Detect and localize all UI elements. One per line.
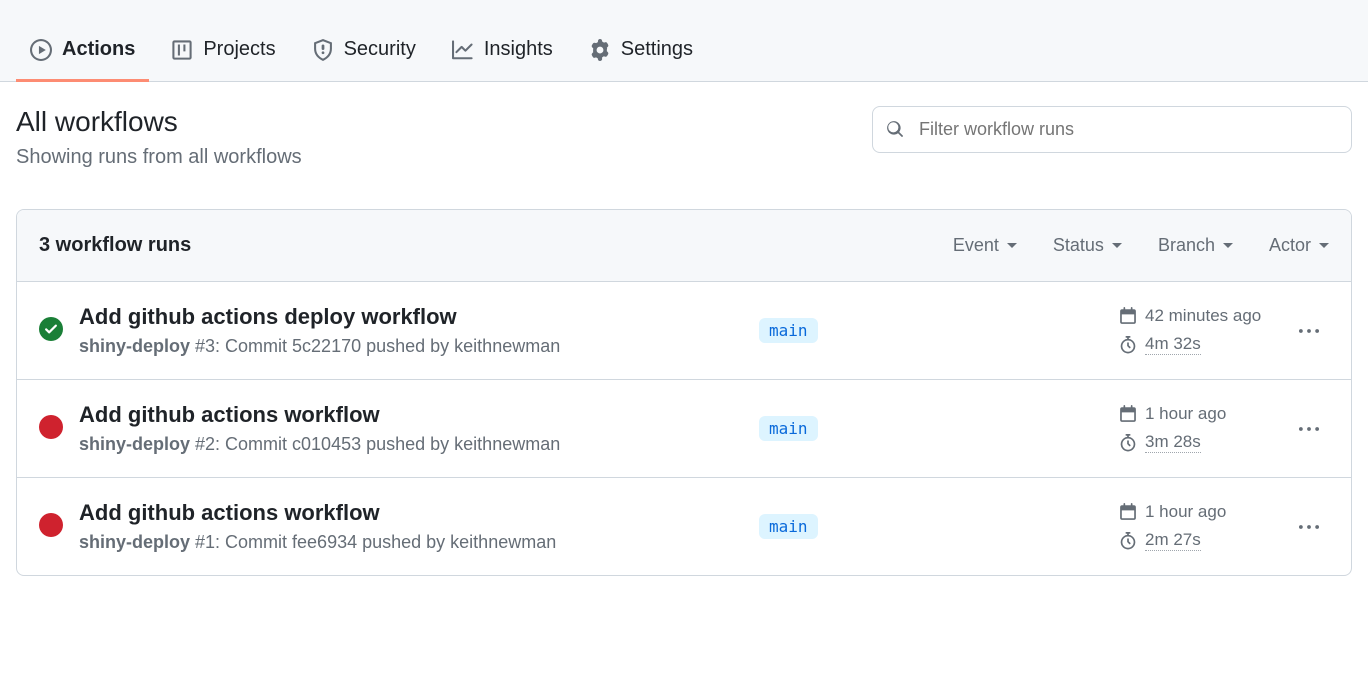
run-meta-rest: #3: Commit 5c22170 pushed by keithnewman — [190, 336, 560, 356]
search-wrap — [872, 106, 1352, 153]
run-meta: shiny-deploy #2: Commit c010453 pushed b… — [79, 434, 759, 455]
run-actions-menu[interactable] — [1289, 517, 1329, 537]
time-col: 42 minutes ago 4m 32s — [1119, 306, 1289, 355]
status-col — [39, 317, 79, 344]
kebab-icon — [1299, 419, 1319, 439]
status-col — [39, 513, 79, 540]
run-duration: 3m 28s — [1119, 432, 1289, 453]
run-body: Add github actions workflow shiny-deploy … — [79, 500, 759, 553]
caret-down-icon — [1319, 243, 1329, 248]
repo-tabnav: Actions Projects Security Insights Settings — [0, 0, 1368, 82]
tab-label: Settings — [621, 38, 693, 61]
tab-security[interactable]: Security — [298, 26, 430, 82]
run-title-link[interactable]: Add github actions workflow — [79, 402, 759, 428]
branch-pill[interactable]: main — [759, 416, 818, 441]
project-icon — [171, 39, 193, 61]
run-meta: shiny-deploy #1: Commit fee6934 pushed b… — [79, 532, 759, 553]
run-body: Add github actions deploy workflow shiny-… — [79, 304, 759, 357]
kebab-icon — [1299, 321, 1319, 341]
branch-pill[interactable]: main — [759, 514, 818, 539]
page-title: All workflows — [16, 106, 302, 138]
run-count-label: 3 workflow runs — [39, 234, 953, 257]
calendar-icon — [1119, 405, 1137, 423]
success-check-icon — [39, 317, 63, 341]
run-body: Add github actions workflow shiny-deploy … — [79, 402, 759, 455]
calendar-icon — [1119, 307, 1137, 325]
tab-insights[interactable]: Insights — [438, 26, 567, 82]
branch-col: main — [759, 514, 1119, 539]
workflow-run-row: Add github actions workflow shiny-deploy … — [17, 478, 1351, 575]
search-input[interactable] — [872, 106, 1352, 153]
workflow-run-row: Add github actions deploy workflow shiny-… — [17, 282, 1351, 380]
run-time: 1 hour ago — [1119, 404, 1289, 424]
workflow-run-row: Add github actions workflow shiny-deploy … — [17, 380, 1351, 478]
run-title-link[interactable]: Add github actions workflow — [79, 500, 759, 526]
branch-col: main — [759, 416, 1119, 441]
caret-down-icon — [1112, 243, 1122, 248]
workflow-name[interactable]: shiny-deploy — [79, 434, 190, 454]
caret-down-icon — [1007, 243, 1017, 248]
calendar-icon — [1119, 503, 1137, 521]
play-icon — [30, 39, 52, 61]
status-col — [39, 415, 79, 442]
stopwatch-icon — [1119, 532, 1137, 550]
stopwatch-icon — [1119, 434, 1137, 452]
run-time: 42 minutes ago — [1119, 306, 1289, 326]
page-subtitle: Showing runs from all workflows — [16, 146, 302, 169]
run-actions-menu[interactable] — [1289, 419, 1329, 439]
run-duration: 4m 32s — [1119, 334, 1289, 355]
time-col: 1 hour ago 2m 27s — [1119, 502, 1289, 551]
caret-down-icon — [1223, 243, 1233, 248]
branch-col: main — [759, 318, 1119, 343]
time-col: 1 hour ago 3m 28s — [1119, 404, 1289, 453]
workflow-name[interactable]: shiny-deploy — [79, 532, 190, 552]
tab-settings[interactable]: Settings — [575, 26, 707, 82]
page-header: All workflows Showing runs from all work… — [0, 82, 1368, 177]
tab-label: Security — [344, 38, 416, 61]
gear-icon — [589, 39, 611, 61]
run-actions-menu[interactable] — [1289, 321, 1329, 341]
run-meta-rest: #2: Commit c010453 pushed by keithnewman — [190, 434, 560, 454]
branch-pill[interactable]: main — [759, 318, 818, 343]
filter-branch[interactable]: Branch — [1158, 235, 1233, 256]
tab-actions[interactable]: Actions — [16, 26, 149, 82]
run-time: 1 hour ago — [1119, 502, 1289, 522]
stopwatch-icon — [1119, 336, 1137, 354]
run-meta: shiny-deploy #3: Commit 5c22170 pushed b… — [79, 336, 759, 357]
tab-projects[interactable]: Projects — [157, 26, 289, 82]
tab-label: Insights — [484, 38, 553, 61]
filter-event[interactable]: Event — [953, 235, 1017, 256]
failure-x-icon — [39, 513, 63, 537]
filter-status[interactable]: Status — [1053, 235, 1122, 256]
graph-icon — [452, 39, 474, 61]
kebab-icon — [1299, 517, 1319, 537]
run-meta-rest: #1: Commit fee6934 pushed by keithnewman — [190, 532, 556, 552]
failure-x-icon — [39, 415, 63, 439]
filter-actor[interactable]: Actor — [1269, 235, 1329, 256]
workflow-name[interactable]: shiny-deploy — [79, 336, 190, 356]
tab-label: Projects — [203, 38, 275, 61]
run-title-link[interactable]: Add github actions deploy workflow — [79, 304, 759, 330]
tab-label: Actions — [62, 38, 135, 61]
list-header: 3 workflow runs Event Status Branch Actor — [17, 210, 1351, 282]
search-icon — [886, 120, 904, 138]
shield-icon — [312, 39, 334, 61]
run-duration: 2m 27s — [1119, 530, 1289, 551]
workflow-runs-box: 3 workflow runs Event Status Branch Actor A… — [16, 209, 1352, 576]
